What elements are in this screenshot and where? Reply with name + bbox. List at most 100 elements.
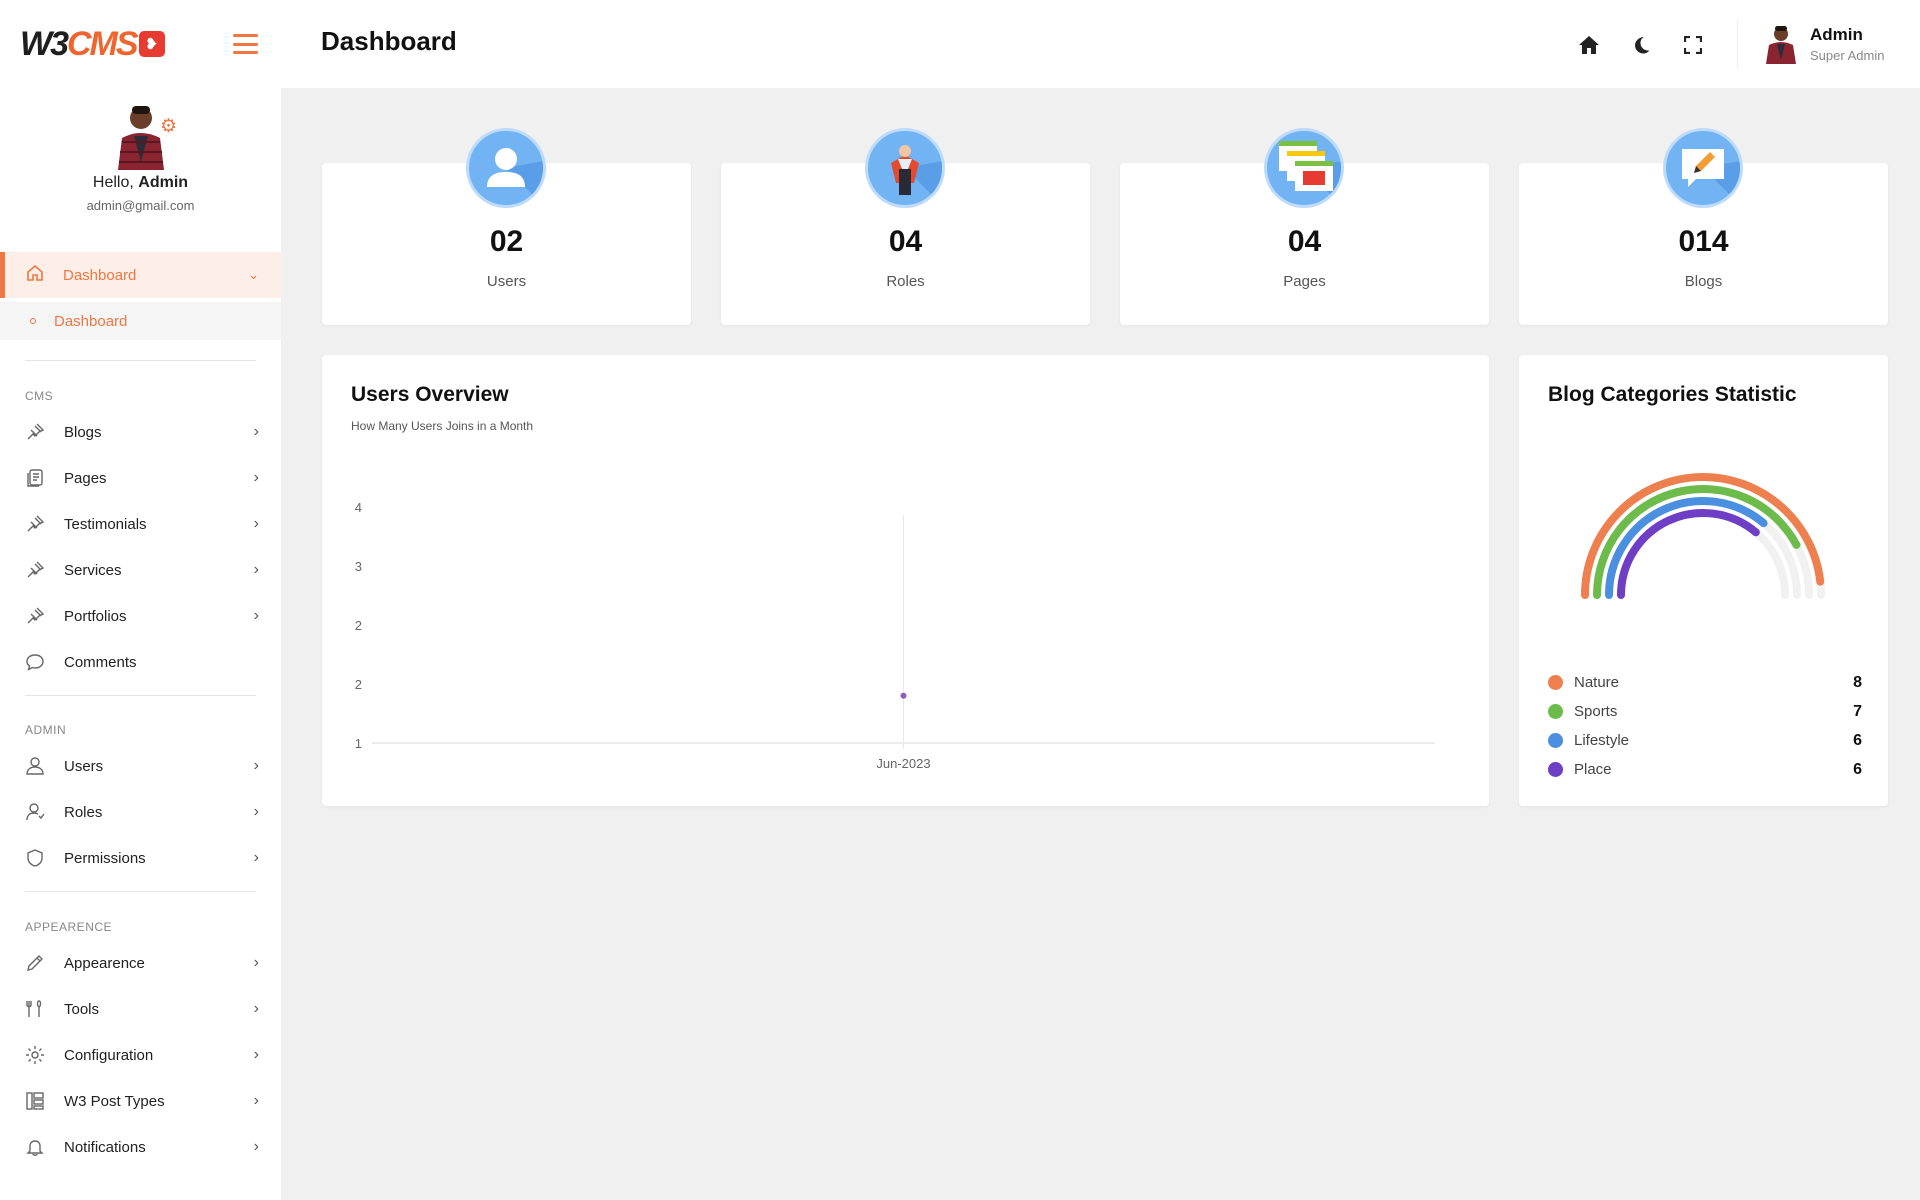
sidebar-item-comments[interactable]: Comments [0,639,281,685]
pencil-icon [25,953,45,973]
sidebar-item-w3-post-types[interactable]: W3 Post Types › [0,1078,281,1124]
sidebar-item-label: Services [64,561,122,579]
dark-mode-icon[interactable] [1628,32,1654,58]
sidebar-item-roles[interactable]: Roles › [0,789,281,835]
user-icon [25,756,45,776]
sidebar-item-blogs[interactable]: Blogs › [0,409,281,455]
section-title-admin: ADMIN [25,723,67,737]
sidebar-subitem-label: Dashboard [54,312,128,330]
divider [25,360,256,361]
chevron-right-icon: › [253,607,259,624]
sidebar-item-label: Users [64,757,104,775]
logo-w3-text: W3 [20,24,69,63]
profile-email: admin@gmail.com [86,198,195,213]
fullscreen-icon[interactable] [1680,32,1706,58]
sidebar-item-services[interactable]: Services › [0,547,281,593]
chevron-right-icon: › [253,954,259,971]
stat-value: 04 [888,225,923,258]
top-header: Dashboard Admin Super Admin [281,0,1920,88]
menu-toggle-icon[interactable] [233,34,258,54]
comment-icon [25,652,45,672]
user-avatar-icon [466,128,546,208]
sidebar-item-testimonials[interactable]: Testimonials › [0,501,281,547]
sidebar-item-label: Pages [64,469,107,487]
legend-item-place[interactable]: Place 6 [1548,755,1862,784]
chevron-right-icon: › [253,423,259,440]
legend-item-lifestyle[interactable]: Lifestyle 6 [1548,726,1862,755]
sidebar-item-label: Roles [64,803,103,821]
sidebar-item-label: Permissions [64,849,146,867]
legend-label: Place [1574,761,1612,778]
pin-icon [25,422,45,442]
bell-icon [25,1137,45,1157]
sidebar-item-notifications[interactable]: Notifications › [0,1124,281,1170]
bullet-icon [30,318,36,324]
chevron-right-icon: › [253,803,259,820]
profile-settings-icon[interactable]: ⚙ [160,115,177,138]
sidebar-item-label: Notifications [64,1138,146,1156]
chevron-right-icon: › [253,1138,259,1155]
sidebar-item-label: Blogs [64,423,102,441]
sidebar-item-label: Testimonials [64,515,147,533]
legend-value: 7 [1853,702,1862,720]
sidebar-item-label: Configuration [64,1046,154,1064]
data-point [900,692,907,699]
sidebar-item-tools[interactable]: Tools › [0,986,281,1032]
layout-icon [25,1091,45,1111]
users-overview-card: Users Overview How Many Users Joins in a… [322,355,1489,806]
sidebar: W3 CMS ❥ ⚙ Hello, Admin admin@gmail.com … [0,0,281,1200]
legend-dot [1548,733,1563,748]
user-menu[interactable]: Admin Super Admin [1764,24,1884,64]
legend-value: 8 [1853,673,1862,691]
profile-name: Admin [138,174,189,191]
sidebar-item-label: Tools [64,1000,100,1018]
logo-cms-text: CMS [67,24,139,63]
stat-label: Pages [1283,273,1326,290]
sidebar-item-label: Comments [64,653,137,671]
pin-icon [25,606,45,626]
role-figure-icon [865,128,945,208]
chevron-right-icon: › [253,561,259,578]
sidebar-item-pages[interactable]: Pages › [0,455,281,501]
blog-categories-card: Blog Categories Statistic Nature 8 Sport… [1519,355,1888,806]
sidebar-subitem-dashboard[interactable]: Dashboard [0,302,281,340]
y-tick-label: 1 [355,736,362,751]
brand-logo[interactable]: W3 CMS ❥ [20,25,165,64]
legend-label: Lifestyle [1574,732,1630,749]
home-icon [25,263,45,288]
sidebar-item-dashboard[interactable]: Dashboard ⌄ [0,252,281,298]
sidebar-item-users[interactable]: Users › [0,743,281,789]
y-tick-label: 3 [355,559,362,574]
chevron-right-icon: › [253,757,259,774]
sidebar-item-portfolios[interactable]: Portfolios › [0,593,281,639]
stat-label: Users [486,273,527,290]
sidebar-item-label: Appearence [64,954,145,972]
stat-value: 04 [1287,225,1322,258]
sidebar-item-configuration[interactable]: Configuration › [0,1032,281,1078]
legend-item-sports[interactable]: Sports 7 [1548,697,1862,726]
gear-icon [25,1045,45,1065]
categories-legend: Nature 8 Sports 7 Lifestyle 6 Place 6 [1548,668,1862,784]
sidebar-item-label: Portfolios [64,607,127,625]
sidebar-item-label: Dashboard [63,266,137,284]
chevron-right-icon: › [253,1092,259,1109]
divider [25,891,256,892]
stat-label: Roles [886,273,925,290]
profile-card: ⚙ Hello, Admin admin@gmail.com [0,102,281,252]
legend-label: Nature [1574,674,1620,691]
categories-radial-chart[interactable] [1519,425,1888,685]
page-title: Dashboard [321,26,457,56]
pin-icon [25,560,45,580]
shield-icon [25,848,45,868]
legend-dot [1548,704,1563,719]
y-tick-label: 4 [355,500,362,515]
sidebar-item-appearence[interactable]: Appearence › [0,940,281,986]
legend-item-nature[interactable]: Nature 8 [1548,668,1862,697]
section-title-appearence: APPEARENCE [25,920,113,934]
sidebar-item-permissions[interactable]: Permissions › [0,835,281,881]
pages-icon [25,468,45,488]
home-icon[interactable] [1576,32,1602,58]
users-line-chart[interactable]: 1 2 2 3 4 Jun-2023 [322,355,1489,806]
stat-label: Blogs [1684,273,1723,290]
chevron-right-icon: › [253,469,259,486]
